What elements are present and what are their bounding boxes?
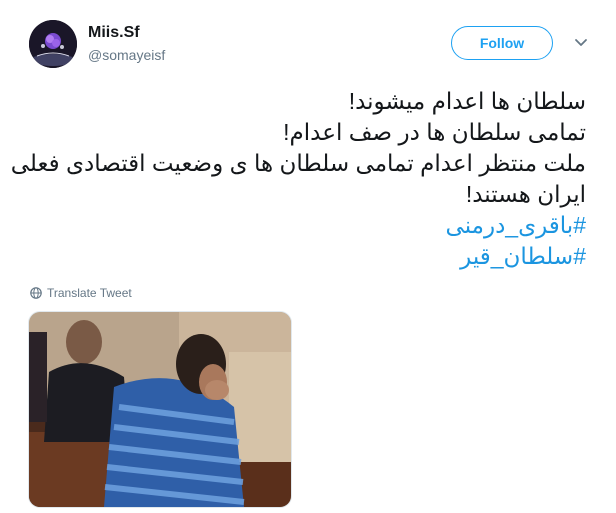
tweet-text-line: سلطان ها اعدام میشوند!: [348, 88, 586, 114]
tweet-text: سلطان ها اعدام میشوند! تمامی سلطان ها در…: [10, 86, 586, 272]
photo-image: [29, 312, 291, 507]
hashtag-link[interactable]: #سلطان_قیر: [28, 241, 586, 272]
follow-button[interactable]: Follow: [451, 26, 553, 60]
translate-tweet-link[interactable]: Translate Tweet: [30, 286, 132, 300]
user-handle[interactable]: @somayeisf: [88, 47, 165, 63]
hashtag-link[interactable]: #باقری_درمنی: [28, 210, 586, 241]
tweet-text-line: ملت منتظر اعدام تمامی سلطان ها ی وضعیت ا…: [10, 150, 586, 176]
translate-label: Translate Tweet: [47, 286, 132, 300]
avatar-image: [29, 20, 77, 68]
globe-icon: [30, 287, 42, 299]
tweet-card: Miis.Sf @somayeisf Follow سلطان ها اعدام…: [0, 0, 616, 513]
user-display-name[interactable]: Miis.Sf: [88, 24, 140, 42]
chevron-down-icon[interactable]: [572, 36, 590, 50]
tweet-text-line: تمامی سلطان ها در صف اعدام!: [283, 119, 586, 145]
avatar[interactable]: [29, 20, 77, 68]
tweet-text-line: ایران هستند!: [465, 181, 586, 207]
tweet-photo[interactable]: [28, 311, 292, 508]
